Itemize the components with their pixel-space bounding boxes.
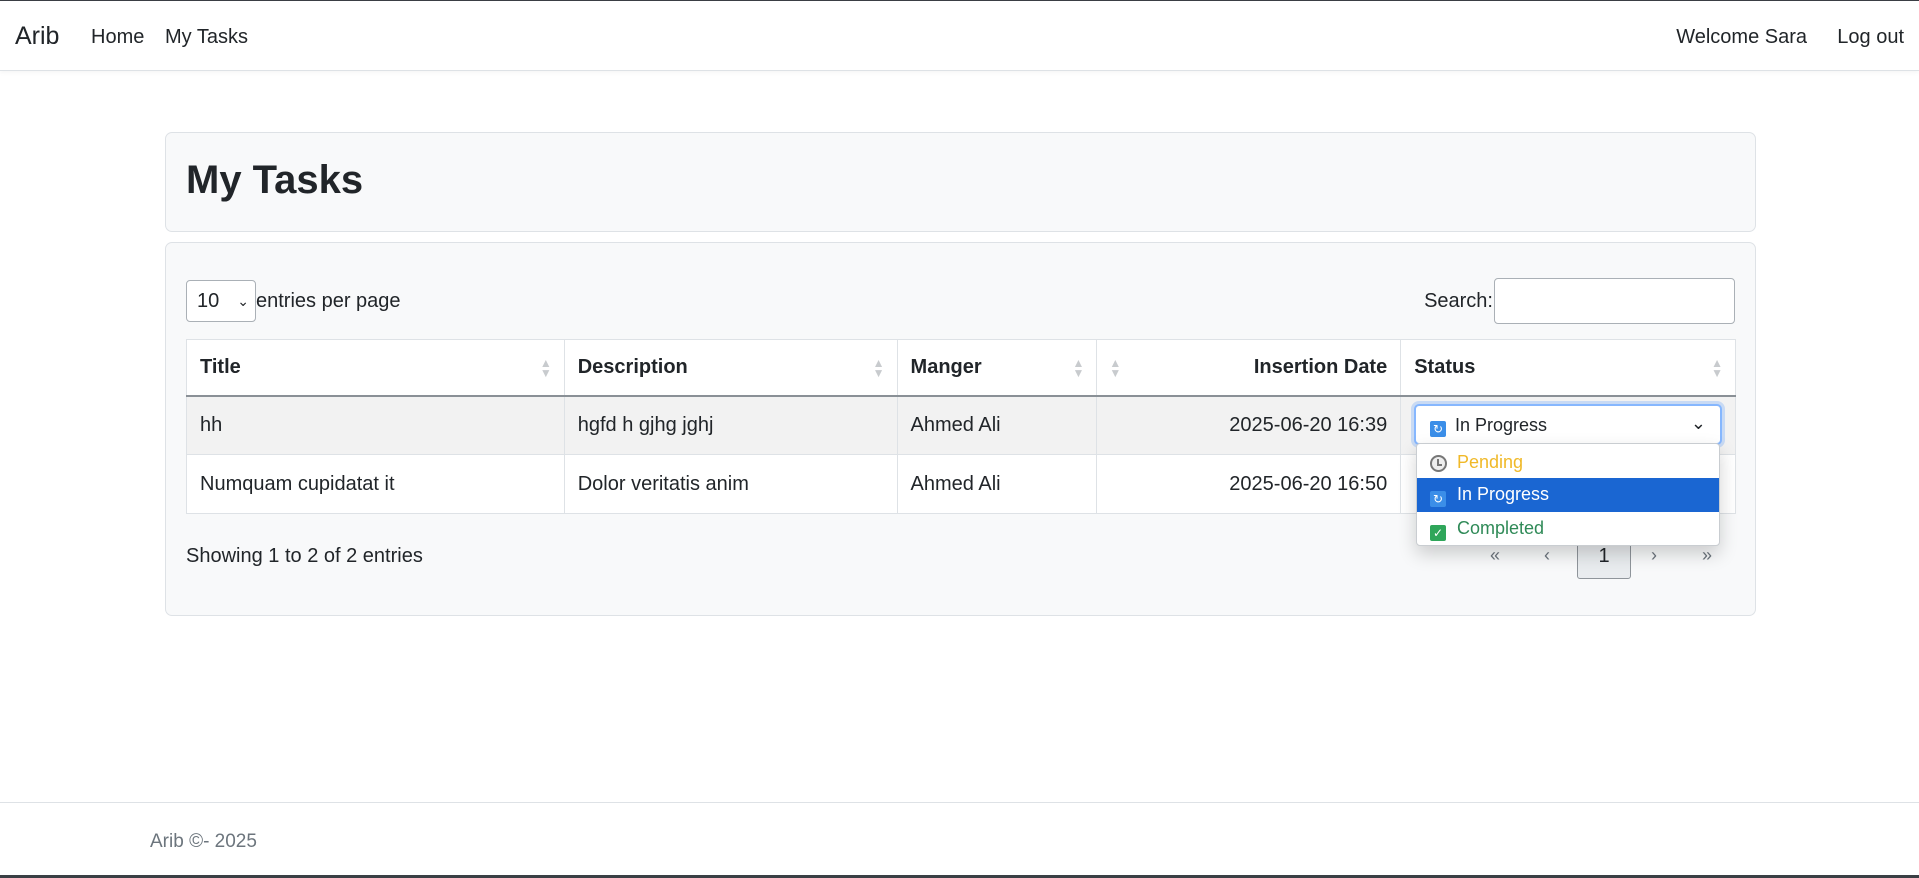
sort-icon: ▲ ▼ — [1072, 356, 1085, 380]
logout-link[interactable]: Log out — [1837, 26, 1904, 49]
footer-text: Arib ©- 2025 — [150, 831, 257, 852]
footer-divider — [0, 802, 1919, 803]
refresh-icon: ↻ — [1430, 487, 1446, 508]
page-title: My Tasks — [186, 158, 364, 202]
status-option-completed[interactable]: ✓ Completed — [1417, 512, 1719, 545]
status-option-pending[interactable]: Pending — [1417, 446, 1719, 480]
chevron-down-icon: ⌄ — [1690, 413, 1706, 433]
column-header-insertion-date[interactable]: ▲ ▼ Insertion Date — [1096, 339, 1402, 397]
cell-manager: Ahmed Ali — [896, 395, 1098, 455]
table-info: Showing 1 to 2 of 2 entries — [186, 545, 423, 567]
chevron-down-icon: ⌄ — [237, 293, 249, 309]
status-select[interactable]: ↻ In Progress ⌄ — [1414, 404, 1722, 445]
cell-manager: Ahmed Ali — [896, 454, 1098, 514]
nav-home-link[interactable]: Home — [91, 26, 144, 49]
entries-per-page-value: 10 — [197, 290, 220, 312]
cell-title: Numquam cupidatat it — [186, 454, 565, 514]
clock-icon — [1430, 455, 1447, 477]
search-label: Search: — [1424, 290, 1493, 312]
cell-date: 2025-06-20 16:50 — [1096, 454, 1402, 514]
refresh-icon: ↻ — [1430, 417, 1446, 438]
page-title-card: My Tasks — [165, 132, 1756, 232]
column-header-title[interactable]: Title ▲ ▼ — [186, 339, 565, 397]
pagination-first-button[interactable]: « — [1490, 545, 1500, 566]
column-header-status[interactable]: Status ▲ ▼ — [1400, 339, 1736, 397]
pagination-next-button[interactable]: › — [1651, 545, 1657, 566]
table-header-row: Title ▲ ▼ Description ▲ ▼ Manger ▲ ▼ ▲ ▼ Inserti… — [186, 339, 1736, 397]
sort-icon: ▲ ▼ — [1711, 356, 1723, 380]
status-dropdown-menu: Pending ↻ In Progress ✓ Completed — [1416, 443, 1720, 546]
brand-logo[interactable]: Arib — [15, 22, 59, 51]
cell-title: hh — [186, 395, 565, 455]
search-input[interactable] — [1494, 278, 1735, 324]
pagination-prev-button[interactable]: ‹ — [1544, 545, 1550, 566]
pagination-last-button[interactable]: » — [1702, 545, 1712, 566]
check-icon: ✓ — [1430, 521, 1446, 542]
cell-date: 2025-06-20 16:39 — [1096, 395, 1402, 455]
entries-per-page-select[interactable]: 10 ⌄ — [186, 280, 256, 322]
column-header-description[interactable]: Description ▲ ▼ — [563, 339, 898, 397]
cell-description: Dolor veritatis anim — [563, 454, 898, 514]
cell-description: hgfd h gjhg jghj — [563, 395, 898, 455]
status-select-value: In Progress — [1455, 415, 1548, 435]
sort-icon: ▲ ▼ — [1109, 356, 1122, 380]
sort-icon: ▲ ▼ — [872, 356, 885, 380]
navbar: Arib Home My Tasks Welcome Sara Log out — [0, 1, 1919, 71]
column-header-manager[interactable]: Manger ▲ ▼ — [896, 339, 1098, 397]
entries-per-page-label: entries per page — [256, 290, 401, 312]
welcome-text: Welcome Sara — [1676, 26, 1807, 48]
status-option-in-progress[interactable]: ↻ In Progress — [1417, 478, 1719, 512]
sort-icon: ▲ ▼ — [539, 356, 552, 380]
nav-my-tasks-link[interactable]: My Tasks — [165, 26, 248, 49]
